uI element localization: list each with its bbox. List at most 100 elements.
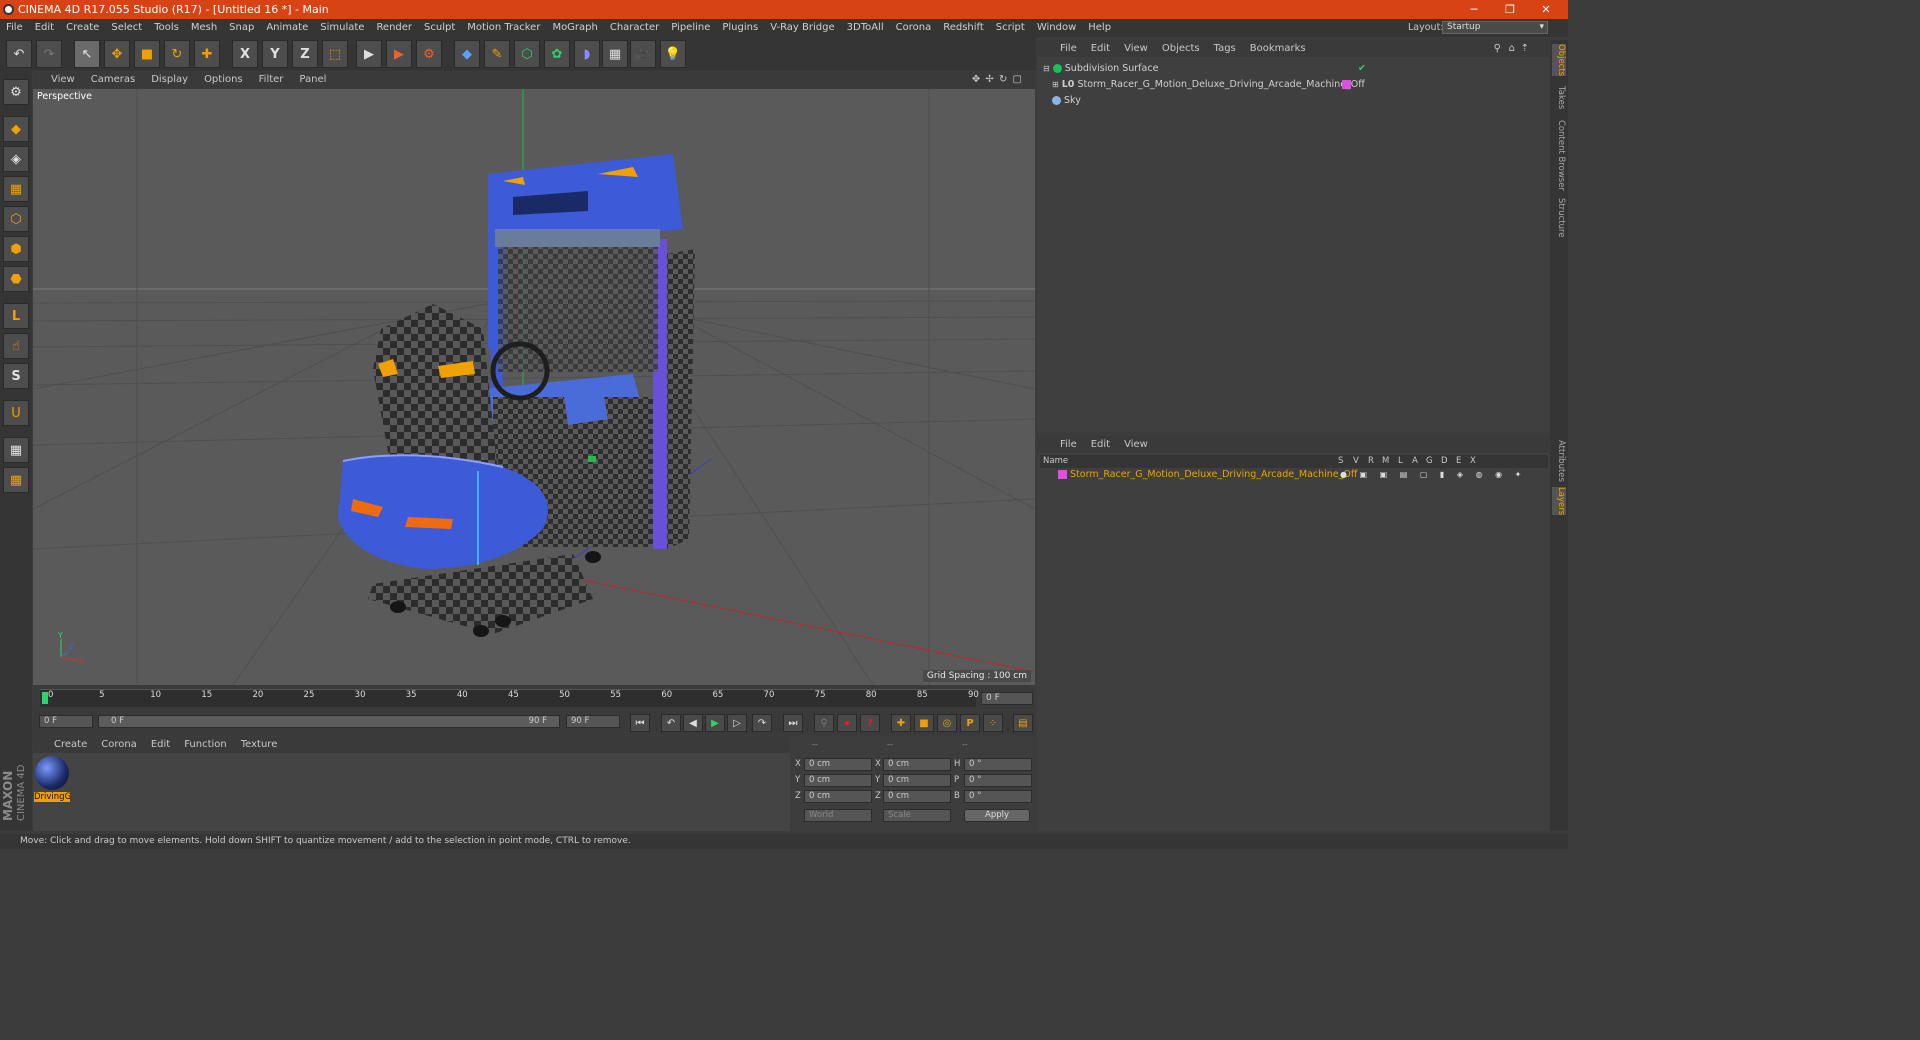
material-menu-function[interactable]: Function <box>177 737 234 753</box>
menu-file[interactable]: File <box>0 19 29 37</box>
expand-icon[interactable]: ⊟ <box>1043 64 1050 73</box>
obj-menu-objects[interactable]: Objects <box>1155 40 1207 57</box>
polygons-mode-button[interactable]: ⬣ <box>3 266 29 292</box>
viewport-nav-icons[interactable]: ✥ ✢ ↻ ▢ <box>964 72 1031 88</box>
size-y-field[interactable]: 0 cm <box>883 774 951 787</box>
material-menu-create[interactable]: Create <box>47 737 94 753</box>
render-picture-viewer-button[interactable]: ▶ <box>386 40 412 68</box>
move-tool-button[interactable]: ✥ <box>104 40 130 68</box>
obj-menu-bookmarks[interactable]: Bookmarks <box>1243 40 1313 57</box>
layout-select[interactable]: Startup ▾ <box>1442 21 1548 34</box>
render-settings-button[interactable]: ⚙ <box>416 40 442 68</box>
render-view-button[interactable]: ▶ <box>356 40 382 68</box>
key-parameter-button[interactable]: P <box>960 714 980 732</box>
next-key-button[interactable]: ↷ <box>752 714 772 732</box>
redo-button[interactable]: ↷ <box>36 40 62 68</box>
menu-corona[interactable]: Corona <box>890 19 938 37</box>
snap-button[interactable]: S <box>3 363 29 389</box>
frame-range-slider[interactable]: 0 F 90 F <box>98 715 560 728</box>
go-to-end-button[interactable]: ⏭ <box>783 714 803 732</box>
layer-menu-view[interactable]: View <box>1117 436 1155 453</box>
close-button[interactable]: ✕ <box>1528 0 1564 19</box>
size-x-field[interactable]: 0 cm <box>883 758 951 771</box>
pen-spline-button[interactable]: ✎ <box>484 40 510 68</box>
mograph-array-button[interactable]: ✿ <box>544 40 570 68</box>
menu-animate[interactable]: Animate <box>260 19 314 37</box>
viewport-menu-panel[interactable]: Panel <box>291 72 334 88</box>
workplane-grid-button[interactable]: ▦ <box>3 467 29 493</box>
prev-frame-button[interactable]: ◀ <box>683 714 703 732</box>
position-x-field[interactable]: 0 cm <box>804 758 872 771</box>
coordinate-space-select[interactable]: World <box>804 809 872 822</box>
layer-menu-file[interactable]: File <box>1053 436 1084 453</box>
tab-attributes[interactable]: Attributes <box>1552 440 1566 482</box>
workplane-mode-button[interactable]: ▦ <box>3 176 29 202</box>
object-row-subdivision-surface[interactable]: ⊟ Subdivision Surface ✔ <box>1040 61 1548 76</box>
minimize-button[interactable]: ─ <box>1456 0 1492 19</box>
menu-window[interactable]: Window <box>1031 19 1082 37</box>
material-menu-corona[interactable]: Corona <box>94 737 144 753</box>
axis-mode-button[interactable]: L <box>3 303 29 329</box>
coordinate-system-button[interactable]: ⬚ <box>322 40 348 68</box>
menu-sculpt[interactable]: Sculpt <box>418 19 461 37</box>
menu-create[interactable]: Create <box>60 19 105 37</box>
menu-3dtoall[interactable]: 3DToAll <box>841 19 890 37</box>
viewport-menu-display[interactable]: Display <box>143 72 196 88</box>
menu-snap[interactable]: Snap <box>223 19 260 37</box>
tab-takes[interactable]: Takes <box>1552 86 1566 109</box>
z-axis-button[interactable]: Z <box>292 40 318 68</box>
viewport-perspective[interactable]: Y X Z Perspective Grid Spacing : 100 cm <box>33 89 1035 685</box>
menu-tools[interactable]: Tools <box>148 19 185 37</box>
object-row-sky[interactable]: Sky <box>1040 93 1548 108</box>
x-axis-button[interactable]: X <box>232 40 258 68</box>
autokey-button[interactable]: ? <box>860 714 880 732</box>
menu-mograph[interactable]: MoGraph <box>546 19 603 37</box>
obj-menu-edit[interactable]: Edit <box>1084 40 1117 57</box>
viewport-menu-options[interactable]: Options <box>196 72 251 88</box>
menu-plugins[interactable]: Plugins <box>716 19 764 37</box>
position-z-field[interactable]: 0 cm <box>804 790 872 803</box>
size-z-field[interactable]: 0 cm <box>883 790 951 803</box>
key-selection-button[interactable]: ⚲ <box>814 714 834 732</box>
tweak-mode-button[interactable]: ☝ <box>3 333 29 359</box>
floor-object-button[interactable]: ▦ <box>602 40 628 68</box>
deformer-button[interactable]: ◗ <box>574 40 600 68</box>
layer-toggle-icons[interactable]: ● ▣ ▣ ▤ ▢ ▮ ◈ ◍ ◉ ✦ <box>1340 467 1526 482</box>
lock-workplane-button[interactable]: ▦ <box>3 437 29 463</box>
rotation-p-field[interactable]: 0 ° <box>964 774 1032 787</box>
light-object-button[interactable]: 💡 <box>660 40 686 68</box>
layer-color-swatch[interactable] <box>1342 80 1351 89</box>
tab-structure[interactable]: Structure <box>1552 198 1566 238</box>
up-arrow-icon[interactable]: ⇡ <box>1514 40 1536 57</box>
start-frame-field[interactable]: 0 F <box>39 715 93 728</box>
obj-menu-tags[interactable]: Tags <box>1207 40 1243 57</box>
viewport-menu-cameras[interactable]: Cameras <box>83 72 143 88</box>
mode-settings-button[interactable]: ⚙ <box>3 79 29 105</box>
material-menu-edit[interactable]: Edit <box>144 737 177 753</box>
key-scale-button[interactable]: ■ <box>914 714 934 732</box>
viewport-menu-filter[interactable]: Filter <box>251 72 292 88</box>
menu-motion-tracker[interactable]: Motion Tracker <box>461 19 546 37</box>
subdivision-surface-button[interactable]: ⬡ <box>514 40 540 68</box>
menu-select[interactable]: Select <box>105 19 148 37</box>
layer-row-storm-racer[interactable]: Storm_Racer_G_Motion_Deluxe_Driving_Arca… <box>1040 467 1548 482</box>
y-axis-button[interactable]: Y <box>262 40 288 68</box>
apply-button[interactable]: Apply <box>964 809 1030 822</box>
prev-key-button[interactable]: ↶ <box>661 714 681 732</box>
play-button[interactable]: ▶ <box>705 714 725 732</box>
current-frame-field[interactable]: 0 F <box>981 692 1033 705</box>
object-row-storm-racer[interactable]: ⊞ L0 Storm_Racer_G_Motion_Deluxe_Driving… <box>1040 77 1548 92</box>
layer-color-swatch[interactable] <box>1058 470 1067 479</box>
position-y-field[interactable]: 0 cm <box>804 774 872 787</box>
texture-mode-button[interactable]: ◈ <box>3 146 29 172</box>
key-rotation-button[interactable]: ◎ <box>937 714 957 732</box>
obj-menu-file[interactable]: File <box>1053 40 1084 57</box>
rotation-b-field[interactable]: 0 ° <box>964 790 1032 803</box>
menu-vray-bridge[interactable]: V-Ray Bridge <box>764 19 840 37</box>
end-frame-field[interactable]: 90 F <box>566 715 620 728</box>
tab-layers[interactable]: Layers <box>1552 487 1566 516</box>
layer-menu-edit[interactable]: Edit <box>1084 436 1117 453</box>
scale-tool-button[interactable]: ■ <box>134 40 160 68</box>
go-to-start-button[interactable]: ⏮ <box>630 714 650 732</box>
timeline-ruler[interactable]: 0 5 10 15 20 25 30 35 40 45 50 55 60 65 70 75 80 85 90 <box>40 689 979 707</box>
